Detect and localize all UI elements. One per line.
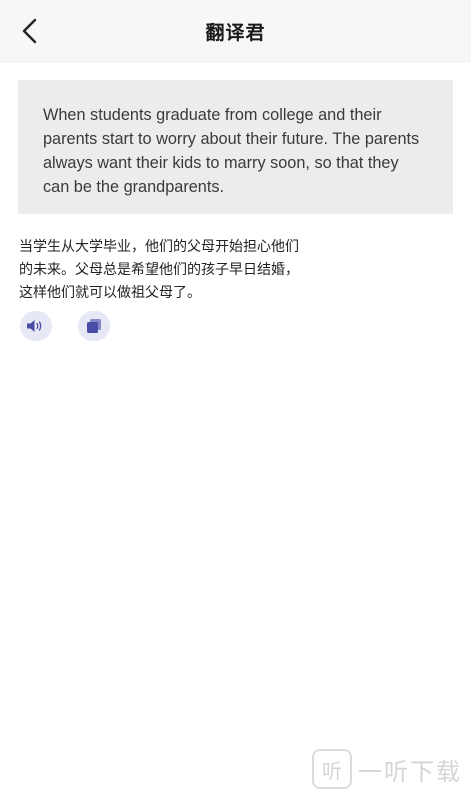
watermark: 听 一听下载 [312,747,462,791]
top-bar: 翻译君 [0,0,471,62]
copy-button[interactable] [78,311,110,341]
copy-icon [87,319,101,333]
watermark-logo: 听 [312,749,352,789]
page-title: 翻译君 [205,22,266,44]
watermark-text: 一听下载 [358,757,462,786]
play-audio-button[interactable] [20,311,52,341]
translation-result: 当学生从大学毕业，他们的父母开始担心他们 的未来。父母总是希望他们的孩子早日结婚… [19,236,364,305]
translation-line: 这样他们就可以做祖父母了。 [19,285,201,301]
translation-line: 当学生从大学毕业，他们的父母开始担心他们 [19,239,299,255]
source-text: When students graduate from college and … [43,106,420,196]
translation-line: 的未来。父母总是希望他们的孩子早日结婚， [19,262,299,278]
speaker-icon [27,320,42,332]
source-text-panel: When students graduate from college and … [18,80,453,214]
